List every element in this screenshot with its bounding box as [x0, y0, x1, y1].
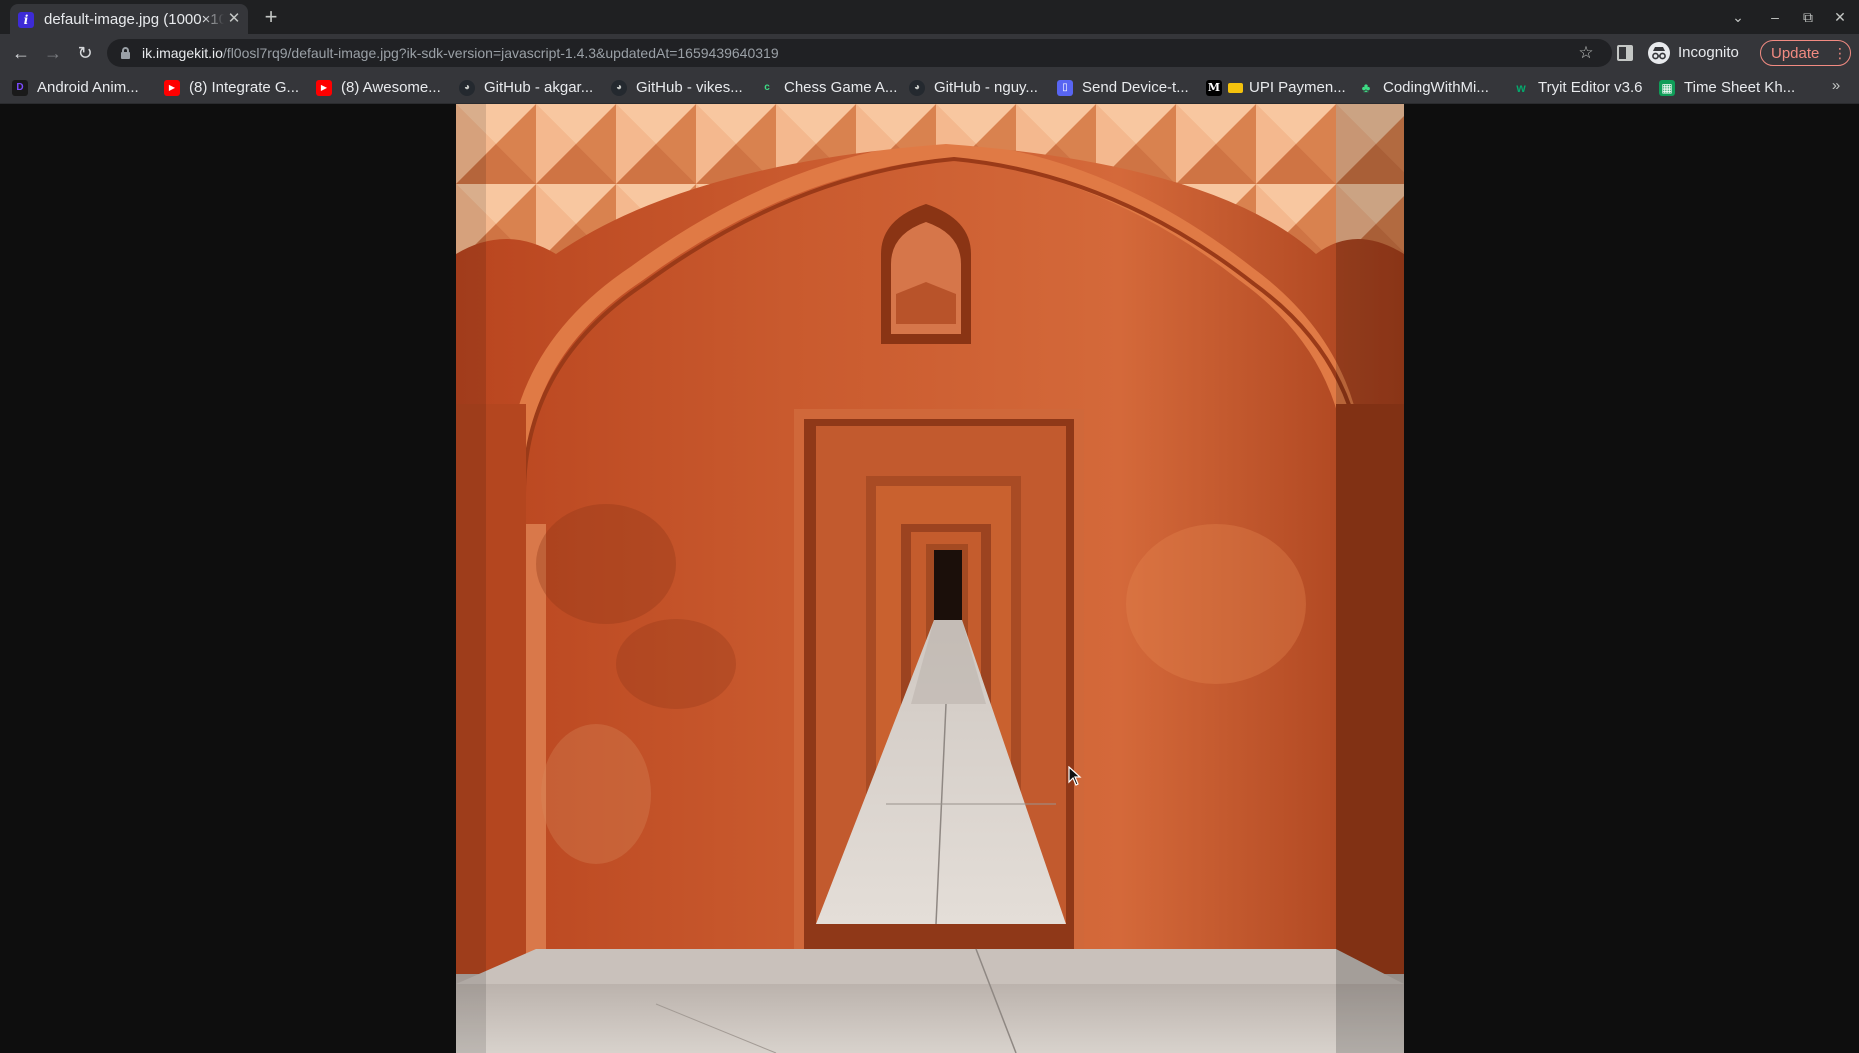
tab-title: default-image.jpg (1000×1000) — [44, 11, 224, 29]
browser-toolbar: ← → ↻ ik.imagekit.io/fl0osl7rq9/default-… — [0, 34, 1859, 72]
youtube-icon: ▶ — [316, 80, 332, 96]
arched-doorways-photo — [456, 104, 1404, 1053]
bookmark-label: Time Sheet Kh... — [1684, 79, 1796, 96]
side-panel-icon[interactable] — [1617, 45, 1633, 61]
github-icon: ◕ — [611, 80, 627, 96]
bookmark-label: UPI Paymen... — [1249, 79, 1346, 96]
update-button[interactable]: Update ⋮ — [1760, 40, 1851, 66]
card-emoji-icon — [1228, 83, 1243, 93]
tab-strip: i default-image.jpg (1000×1000) ✕ + ⌄ – … — [0, 0, 1859, 34]
bookmarks-bar: D Android Anim... ▶ (8) Integrate G... ▶… — [0, 72, 1859, 104]
menu-dots-icon[interactable]: ⋮ — [1833, 44, 1847, 62]
w3schools-icon: w — [1516, 81, 1526, 95]
medium-icon: M — [1206, 80, 1222, 96]
update-label: Update — [1771, 45, 1820, 62]
restore-icon[interactable]: ⧉ — [1797, 6, 1819, 28]
bookmark-label: (8) Integrate G... — [189, 79, 300, 96]
url-host: ik.imagekit.io — [142, 45, 223, 61]
android-icon: ♣ — [1361, 80, 1371, 95]
bookmark-label: GitHub - nguy... — [934, 79, 1038, 96]
window-close-icon[interactable]: ✕ — [1829, 6, 1851, 28]
send-device-icon: ▯ — [1057, 80, 1073, 96]
address-bar[interactable]: ik.imagekit.io/fl0osl7rq9/default-image.… — [107, 39, 1612, 67]
bookmark-star-icon[interactable]: ☆ — [1575, 42, 1597, 64]
incognito-label: Incognito — [1678, 44, 1739, 61]
youtube-icon: ▶ — [164, 80, 180, 96]
displayed-image[interactable] — [456, 104, 1404, 1053]
url-path: /fl0osl7rq9/default-image.jpg?ik-sdk-ver… — [222, 45, 779, 61]
tab-close-icon[interactable]: ✕ — [225, 10, 243, 28]
back-button[interactable]: ← — [9, 41, 33, 65]
incognito-icon — [1648, 42, 1670, 64]
bookmark-label: GitHub - vikes... — [636, 79, 743, 96]
tab-search-icon[interactable]: ⌄ — [1727, 6, 1749, 28]
url-text[interactable]: ik.imagekit.io/fl0osl7rq9/default-image.… — [142, 45, 779, 61]
bookmark-label: Android Anim... — [37, 79, 139, 96]
mouse-cursor-icon — [1068, 766, 1082, 786]
forward-button[interactable]: → — [41, 41, 65, 65]
imagekit-favicon-icon: i — [18, 12, 34, 28]
bookmark-label: Tryit Editor v3.6 — [1538, 79, 1643, 96]
bookmark-label: Chess Game A... — [784, 79, 898, 96]
android-anim-icon: D — [12, 80, 28, 96]
image-viewer — [0, 104, 1859, 1053]
new-tab-button[interactable]: + — [258, 4, 284, 30]
lock-icon[interactable] — [121, 47, 130, 59]
github-icon: ◕ — [909, 80, 925, 96]
bookmark-label: (8) Awesome... — [341, 79, 441, 96]
bookmark-label: GitHub - akgar... — [484, 79, 594, 96]
minimize-icon[interactable]: – — [1764, 6, 1786, 28]
bookmark-label: CodingWithMi... — [1383, 79, 1489, 96]
sheets-icon: ▦ — [1659, 80, 1675, 96]
browser-tab[interactable]: i default-image.jpg (1000×1000) ✕ — [10, 4, 248, 34]
reload-button[interactable]: ↻ — [73, 41, 97, 65]
bookmarks-overflow-icon[interactable]: » — [1826, 77, 1846, 99]
chess-icon: c — [764, 82, 770, 93]
github-icon: ◕ — [459, 80, 475, 96]
bookmark-label: Send Device-t... — [1082, 79, 1189, 96]
